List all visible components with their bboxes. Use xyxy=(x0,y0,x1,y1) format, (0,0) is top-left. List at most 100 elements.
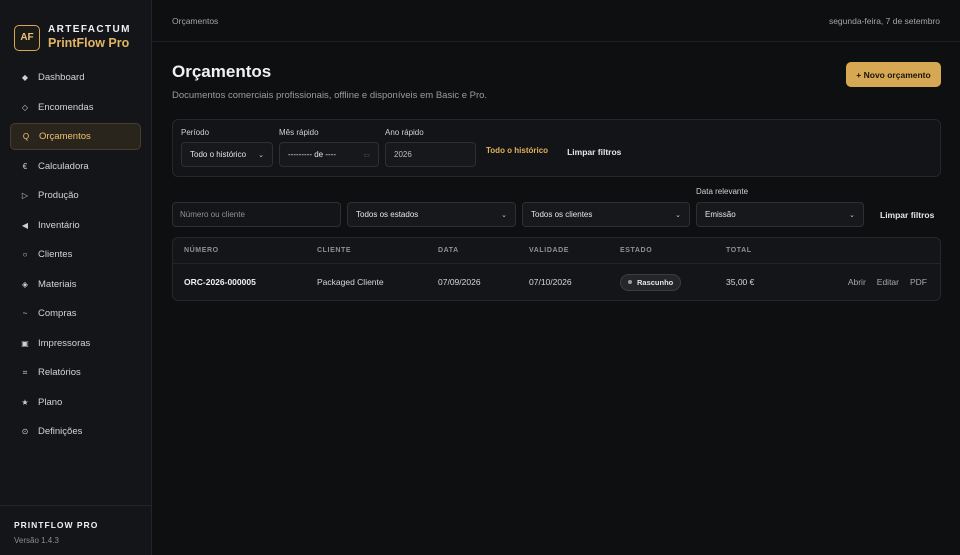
breadcrumb: Orçamentos xyxy=(172,15,219,26)
page-subtitle: Documentos comerciais profissionais, off… xyxy=(172,90,488,101)
brand-logo: AF xyxy=(14,24,40,51)
cell-client: Packaged Cliente xyxy=(317,277,384,287)
month-input-value: --------- de ---- xyxy=(288,150,336,159)
relevant-date-select[interactable]: Emissão ⌄ xyxy=(696,202,864,227)
all-history-link[interactable]: Todo o histórico xyxy=(486,146,548,155)
euro-icon: € xyxy=(22,161,28,171)
page-title: Orçamentos xyxy=(172,62,272,81)
current-date: segunda-feira, 7 de setembro xyxy=(828,15,940,26)
relevant-date-value: Emissão xyxy=(705,210,736,219)
sidebar-item-label: Relatórios xyxy=(38,367,81,378)
sidebar-item-label: Calculadora xyxy=(38,160,89,172)
relevant-date-label: Data relevante xyxy=(696,187,749,196)
sidebar-item-producao[interactable]: ▷ Produção xyxy=(10,182,141,209)
sidebar-item-definicoes[interactable]: ⊙ Definições xyxy=(10,418,141,445)
sidebar-item-label: Plano xyxy=(38,396,63,408)
sidebar-footer: PRINTFLOW PRO Versão 1.4.3 xyxy=(0,505,151,545)
clear-filters-link[interactable]: Limpar filtros xyxy=(567,147,621,157)
brand-product: PrintFlow Pro xyxy=(48,36,130,50)
materials-icon: ◈ xyxy=(21,279,29,289)
sidebar-item-label: Compras xyxy=(38,308,77,319)
table-header: NÚMERO CLIENTE DATA VALIDADE ESTADO TOTA… xyxy=(173,238,940,264)
chevron-down-icon: ⌄ xyxy=(501,211,507,219)
star-icon: ★ xyxy=(21,397,29,407)
sidebar-item-clientes[interactable]: ○ Clientes xyxy=(10,241,141,268)
sidebar-item-materiais[interactable]: ◈ Materiais xyxy=(10,271,141,298)
sidebar-item-dashboard[interactable]: ◆ Dashboard xyxy=(10,64,141,91)
sidebar-item-calculadora[interactable]: € Calculadora xyxy=(10,153,141,180)
footer-version: Versão 1.4.3 xyxy=(14,536,59,545)
chevron-down-icon: ⌄ xyxy=(675,211,681,219)
open-button[interactable]: Abrir xyxy=(848,277,866,287)
status-badge-label: Rascunho xyxy=(637,277,674,287)
sidebar-item-inventario[interactable]: ◀ Inventário xyxy=(10,212,141,239)
status-dot-icon xyxy=(628,280,632,284)
circle-icon: ○ xyxy=(22,250,28,259)
period-label: Período xyxy=(181,128,210,137)
reports-icon: ⌗ xyxy=(22,367,28,377)
app-root: AF ARTEFACTUM PrintFlow Pro ◆ Dashboard ◇ E… xyxy=(0,0,960,555)
year-input-value: 2026 xyxy=(394,150,412,159)
status-select[interactable]: Todos os estados ⌄ xyxy=(347,202,516,227)
month-input[interactable]: --------- de ---- ▭ xyxy=(279,142,379,167)
edit-button[interactable]: Editar xyxy=(877,277,899,287)
sidebar-item-compras[interactable]: ~ Compras xyxy=(10,300,141,327)
play-icon: ▷ xyxy=(21,191,29,200)
cell-date: 07/09/2026 xyxy=(438,277,481,287)
footer-title: PRINTFLOW PRO xyxy=(14,520,99,530)
header-client[interactable]: CLIENTE xyxy=(317,247,438,254)
tilde-icon: ~ xyxy=(22,309,28,318)
cell-total: 35,00 € xyxy=(726,277,755,287)
sidebar-item-label: Definições xyxy=(38,426,83,437)
sidebar-item-label: Clientes xyxy=(38,249,73,260)
new-quote-button[interactable]: + Novo orçamento xyxy=(846,62,941,87)
period-filter-panel: Período Todo o histórico ⌄ Mês rápido --… xyxy=(172,119,941,177)
sidebar: AF ARTEFACTUM PrintFlow Pro ◆ Dashboard ◇ E… xyxy=(0,0,152,555)
clear-filters-link-2[interactable]: Limpar filtros xyxy=(880,210,934,220)
sidebar-item-relatorios[interactable]: ⌗ Relatórios xyxy=(10,359,141,386)
search-input-placeholder: Número ou cliente xyxy=(180,210,245,219)
sidebar-item-plano[interactable]: ★ Plano xyxy=(10,389,141,416)
header-date[interactable]: DATA xyxy=(438,247,529,254)
main: Orçamentos segunda-feira, 7 de setembro … xyxy=(152,0,960,555)
diamond-icon: ◆ xyxy=(21,73,29,82)
cell-number: ORC-2026-000005 xyxy=(184,277,256,287)
printer-icon: ▣ xyxy=(21,338,29,348)
sidebar-nav: ◆ Dashboard ◇ Encomendas Q Orçamentos € Calcula… xyxy=(0,64,151,448)
settings-icon: ⊙ xyxy=(21,427,29,436)
sidebar-item-label: Produção xyxy=(38,190,79,201)
pdf-button[interactable]: PDF xyxy=(910,277,927,287)
search-input[interactable]: Número ou cliente xyxy=(172,202,341,227)
brand-name: ARTEFACTUM xyxy=(48,24,131,35)
header-number[interactable]: NÚMERO xyxy=(173,247,317,254)
sidebar-item-label: Orçamentos xyxy=(39,131,91,142)
status-badge: Rascunho xyxy=(620,273,682,291)
header-validity[interactable]: VALIDADE xyxy=(529,247,620,254)
period-select[interactable]: Todo o histórico ⌄ xyxy=(181,142,273,167)
clients-select-value: Todos os clientes xyxy=(531,210,593,219)
sidebar-item-label: Materiais xyxy=(38,278,77,290)
cell-validity: 07/10/2026 xyxy=(529,277,572,287)
quotes-table: NÚMERO CLIENTE DATA VALIDADE ESTADO TOTA… xyxy=(172,237,941,301)
sidebar-item-label: Impressoras xyxy=(38,337,91,349)
brand[interactable]: AF ARTEFACTUM PrintFlow Pro xyxy=(0,0,151,58)
status-select-value: Todos os estados xyxy=(356,210,419,219)
table-row[interactable]: ORC-2026-000005 Packaged Cliente 07/09/2… xyxy=(173,264,940,300)
sidebar-item-orcamentos[interactable]: Q Orçamentos xyxy=(10,123,141,150)
year-label: Ano rápido xyxy=(385,128,424,137)
sidebar-item-label: Inventário xyxy=(38,219,80,231)
sidebar-item-label: Encomendas xyxy=(38,101,94,113)
sidebar-item-label: Dashboard xyxy=(38,72,85,83)
chevron-down-icon: ⌄ xyxy=(258,151,264,159)
header-status[interactable]: ESTADO xyxy=(620,247,726,254)
sidebar-item-encomendas[interactable]: ◇ Encomendas xyxy=(10,94,141,121)
year-input[interactable]: 2026 xyxy=(385,142,476,167)
sidebar-item-impressoras[interactable]: ▣ Impressoras xyxy=(10,330,141,357)
diamond-outline-icon: ◇ xyxy=(21,102,29,112)
header-total[interactable]: TOTAL xyxy=(726,247,806,254)
clients-select[interactable]: Todos os clientes ⌄ xyxy=(522,202,690,227)
quote-icon: Q xyxy=(22,132,30,141)
chevron-down-icon: ⌄ xyxy=(849,211,855,219)
topbar: Orçamentos segunda-feira, 7 de setembro xyxy=(152,0,960,42)
calendar-icon: ▭ xyxy=(363,151,370,159)
